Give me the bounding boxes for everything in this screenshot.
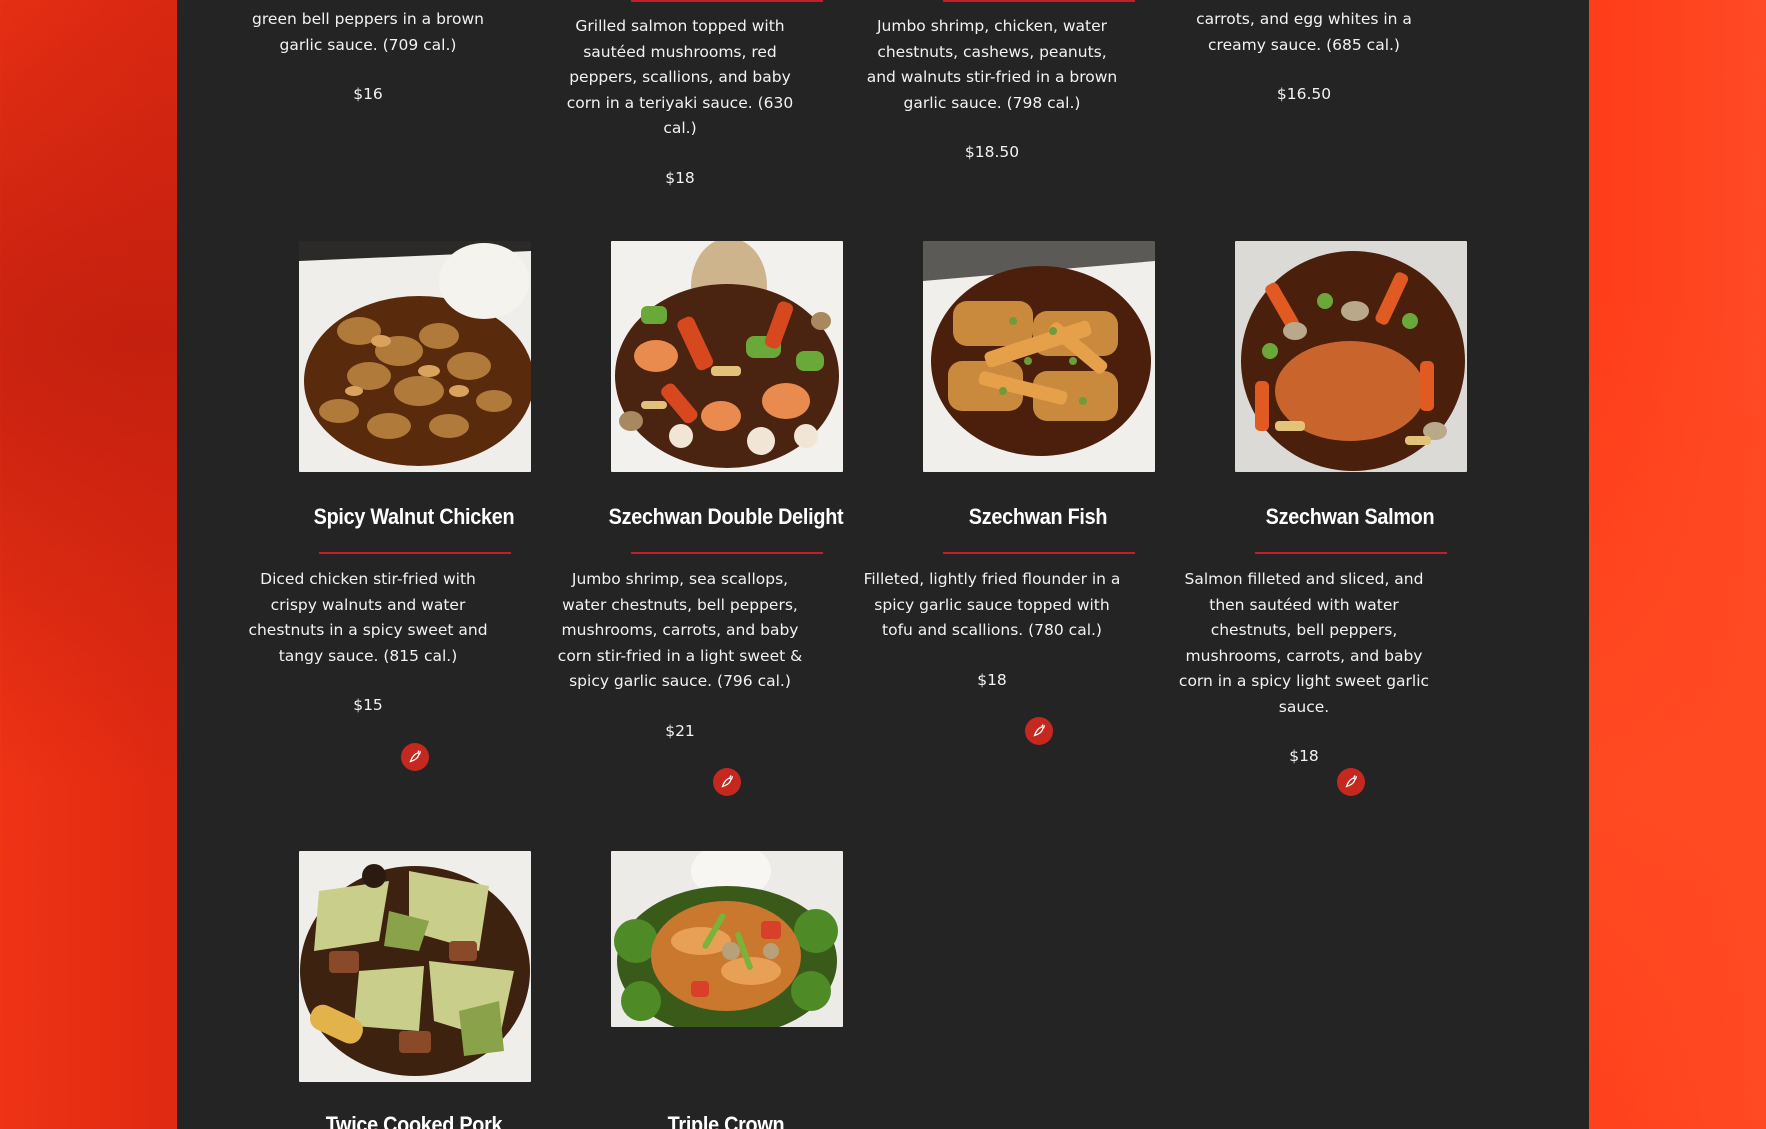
title-underline	[1255, 552, 1447, 554]
menu-item-top-2: Grilled salmon topped with sautéed mushr…	[550, 14, 810, 191]
item-underline	[943, 0, 1135, 2]
item-price: $18.50	[964, 143, 1020, 161]
dish-photo-szechwan-salmon[interactable]	[1235, 241, 1467, 472]
title-underline	[943, 552, 1135, 554]
dish-title: Spicy Walnut Chicken	[313, 504, 515, 529]
item-description: Jumbo shrimp, chicken, water chestnuts, …	[866, 17, 1118, 112]
menu-item-szechwan-fish: Filleted, lightly fried flounder in a sp…	[862, 567, 1122, 693]
item-price: $18	[665, 168, 695, 187]
item-description: Jumbo shrimp, sea scallops, water chestn…	[557, 570, 803, 690]
item-price: $16	[353, 85, 383, 103]
title-underline	[319, 552, 511, 554]
item-price: $16.50	[1276, 85, 1332, 103]
dish-photo-szechwan-double-delight[interactable]	[611, 241, 843, 472]
menu-item-top-3: Jumbo shrimp, chicken, water chestnuts, …	[862, 14, 1122, 166]
item-price: $15	[353, 696, 383, 714]
dish-title: Szechwan Salmon	[1265, 504, 1435, 529]
menu-item-szechwan-salmon: Salmon filleted and sliced, and then sau…	[1174, 567, 1434, 770]
dish-photo-triple-crown[interactable]	[611, 851, 843, 1027]
item-price: $21	[665, 721, 695, 740]
item-description: carrots, and egg whites in a creamy sauc…	[1196, 10, 1412, 54]
item-description: green bell peppers in a brown garlic sau…	[252, 10, 484, 54]
dish-photo-spicy-walnut-chicken[interactable]	[299, 241, 531, 472]
menu-item-top-4: carrots, and egg whites in a creamy sauc…	[1174, 7, 1434, 108]
title-underline	[631, 552, 823, 554]
dish-photo-szechwan-fish[interactable]	[923, 241, 1155, 472]
dish-title: Szechwan Fish	[968, 504, 1108, 529]
dish-title: Szechwan Double Delight	[608, 504, 844, 529]
item-underline	[631, 0, 823, 2]
item-description: Salmon filleted and sliced, and then sau…	[1178, 570, 1430, 716]
chili-pepper-icon	[1025, 717, 1053, 745]
chili-pepper-icon	[713, 768, 741, 796]
item-price: $18	[1289, 747, 1319, 765]
menu-item-szechwan-double-delight: Jumbo shrimp, sea scallops, water chestn…	[550, 567, 810, 744]
item-description: Grilled salmon topped with sautéed mushr…	[566, 17, 794, 137]
chili-pepper-icon	[1337, 768, 1365, 796]
chili-pepper-icon	[401, 743, 429, 771]
menu-item-top-1: green bell peppers in a brown garlic sau…	[238, 7, 498, 108]
dish-title: Triple Crown	[667, 1112, 785, 1129]
item-price: $18	[977, 670, 1007, 689]
dish-photo-twice-cooked-pork[interactable]	[299, 851, 531, 1082]
item-description: Diced chicken stir-fried with crispy wal…	[248, 570, 488, 665]
menu-item-spicy-walnut-chicken: Diced chicken stir-fried with crispy wal…	[238, 567, 498, 719]
item-description: Filleted, lightly fried flounder in a sp…	[863, 570, 1121, 639]
dish-title: Twice Cooked Pork	[325, 1112, 503, 1129]
